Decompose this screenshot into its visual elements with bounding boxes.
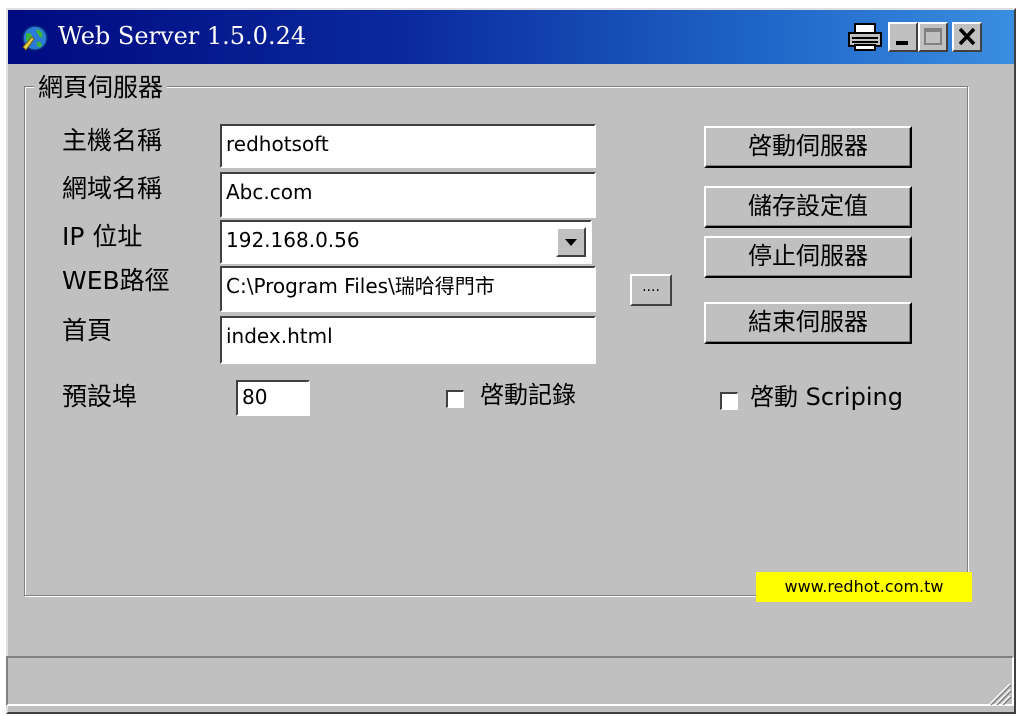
default-port-label: 預設埠 xyxy=(62,382,138,411)
globe-app-icon xyxy=(22,25,48,51)
printer-icon[interactable] xyxy=(846,22,884,52)
domain-name-label: 網域名稱 xyxy=(62,174,163,203)
resize-grip-icon[interactable] xyxy=(984,678,1012,706)
window-title: Web Server 1.5.0.24 xyxy=(58,22,307,50)
ip-address-label: IP 位址 xyxy=(62,222,143,251)
minimize-button[interactable] xyxy=(888,22,918,52)
chevron-down-icon xyxy=(565,239,577,246)
close-icon xyxy=(958,27,976,46)
website-link[interactable]: www.redhot.com.tw xyxy=(756,572,972,602)
group-title: 網頁伺服器 xyxy=(34,72,168,104)
exit-server-button[interactable]: 結束伺服器 xyxy=(704,302,912,344)
ip-address-select[interactable]: 192.168.0.56 xyxy=(220,220,592,264)
homepage-input[interactable]: index.html xyxy=(220,316,596,364)
domain-name-input[interactable]: Abc.com xyxy=(220,172,596,218)
enable-scripting-label: 啓動 Scriping xyxy=(750,383,903,411)
web-path-input[interactable]: C:\Program Files\瑞哈得門市 xyxy=(220,266,596,312)
title-bar[interactable]: Web Server 1.5.0.24 xyxy=(8,10,1014,64)
stop-server-button[interactable]: 停止伺服器 xyxy=(704,236,912,278)
host-name-input[interactable]: redhotsoft xyxy=(220,124,596,168)
homepage-label: 首頁 xyxy=(62,316,113,345)
maximize-button[interactable] xyxy=(918,22,948,52)
close-button[interactable] xyxy=(952,22,982,52)
ip-dropdown-button[interactable] xyxy=(556,227,586,257)
enable-log-label: 啓動記錄 xyxy=(480,381,576,409)
minimize-icon xyxy=(896,41,908,45)
status-bar xyxy=(6,656,1014,706)
port-input[interactable]: 80 xyxy=(236,380,310,416)
web-path-label: WEB路徑 xyxy=(62,266,170,295)
save-settings-button[interactable]: 儲存設定值 xyxy=(704,186,912,228)
host-name-label: 主機名稱 xyxy=(62,126,163,155)
enable-scripting-checkbox[interactable] xyxy=(720,392,738,410)
maximize-icon xyxy=(924,28,942,45)
browse-folder-button[interactable]: .... xyxy=(630,274,672,306)
enable-log-checkbox[interactable] xyxy=(446,390,464,408)
start-server-button[interactable]: 啓動伺服器 xyxy=(704,126,912,168)
